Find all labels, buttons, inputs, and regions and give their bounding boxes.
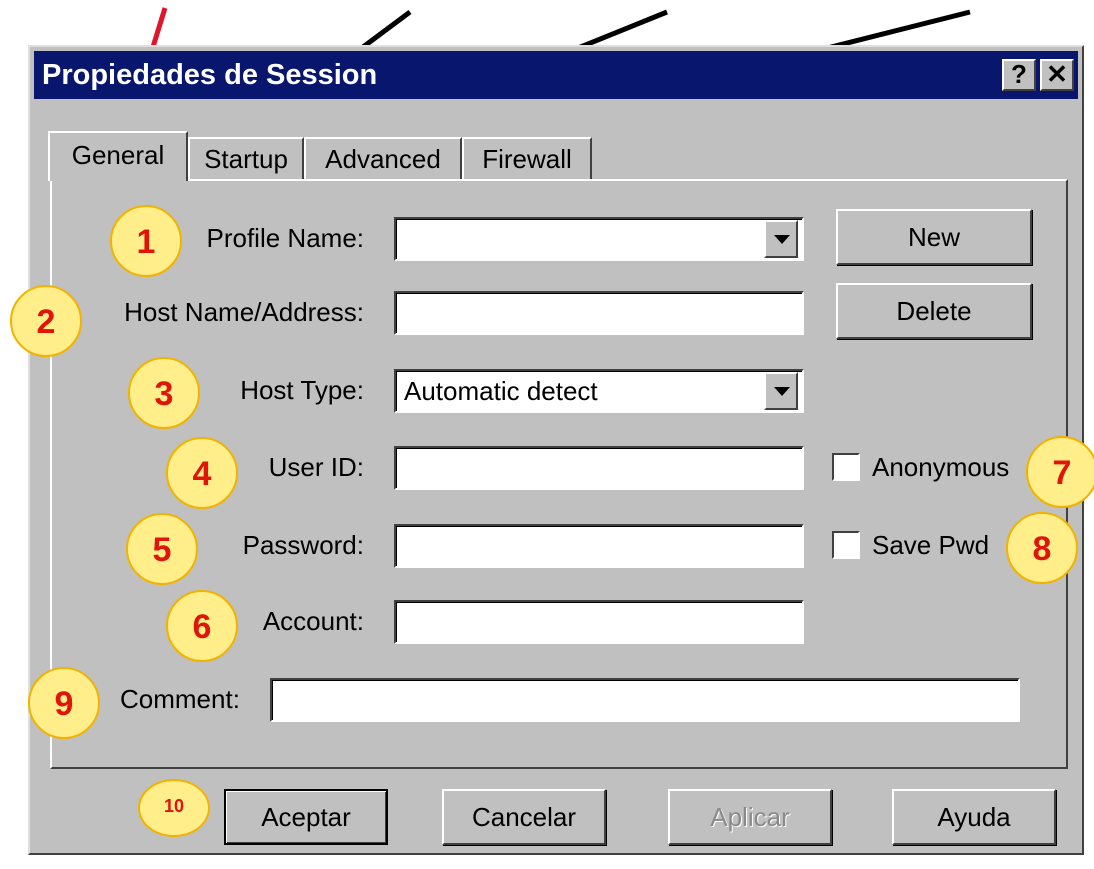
ok-button[interactable]: Aceptar (224, 789, 388, 845)
profile-name-dropdown-arrow-icon[interactable] (764, 220, 798, 258)
close-button[interactable]: ✕ (1040, 59, 1074, 91)
save-pwd-checkbox[interactable] (832, 531, 860, 559)
annotation-badge-7: 7 (1026, 436, 1094, 508)
tab-general[interactable]: General (48, 131, 188, 181)
tab-firewall[interactable]: Firewall (462, 137, 592, 181)
account-label: Account: (262, 606, 364, 636)
account-input[interactable] (394, 600, 804, 644)
profile-name-label: Profile Name: (206, 223, 365, 253)
password-input[interactable] (394, 524, 804, 568)
password-label: Password: (242, 530, 364, 560)
title-bar[interactable]: Propiedades de Session ? ✕ (34, 51, 1078, 99)
anonymous-checkbox[interactable] (832, 453, 860, 481)
annotation-badge-3: 3 (128, 357, 200, 429)
comment-input[interactable] (270, 678, 1020, 722)
anonymous-label[interactable]: Anonymous (872, 451, 1009, 483)
profile-name-combobox[interactable] (394, 217, 804, 261)
cancel-button[interactable]: Cancelar (442, 789, 606, 845)
new-button[interactable]: New (836, 209, 1032, 265)
apply-button[interactable]: Aplicar (668, 789, 832, 845)
annotation-badge-6: 6 (166, 590, 238, 662)
host-name-input[interactable] (394, 291, 804, 335)
tab-startup[interactable]: Startup (188, 137, 304, 181)
save-pwd-label[interactable]: Save Pwd (872, 529, 989, 561)
delete-button[interactable]: Delete (836, 283, 1032, 339)
annotation-badge-4: 4 (166, 437, 238, 509)
host-type-label: Host Type: (240, 375, 364, 405)
tab-general-label: General (71, 140, 165, 170)
annotation-badge-1: 1 (110, 205, 182, 277)
host-name-label: Host Name/Address: (124, 297, 364, 327)
annotation-badge-9: 9 (28, 667, 100, 739)
comment-label: Comment: (120, 684, 240, 714)
tab-startup-label: Startup (204, 144, 288, 174)
user-id-label: User ID: (268, 452, 364, 482)
help-button[interactable]: ? (1002, 59, 1036, 91)
annotation-badge-5: 5 (126, 513, 198, 585)
window-title: Propiedades de Session (42, 59, 378, 91)
host-type-dropdown-arrow-icon[interactable] (764, 372, 798, 410)
tab-advanced-label: Advanced (325, 144, 441, 174)
host-type-select[interactable]: Automatic detect (394, 369, 804, 413)
annotation-badge-2: 2 (10, 285, 82, 357)
help-footer-button[interactable]: Ayuda (892, 789, 1056, 845)
annotation-badge-10: 10 (138, 779, 210, 837)
annotation-badge-8: 8 (1006, 512, 1078, 584)
user-id-input[interactable] (394, 446, 804, 490)
tab-advanced[interactable]: Advanced (304, 137, 462, 181)
tab-firewall-label: Firewall (482, 144, 572, 174)
